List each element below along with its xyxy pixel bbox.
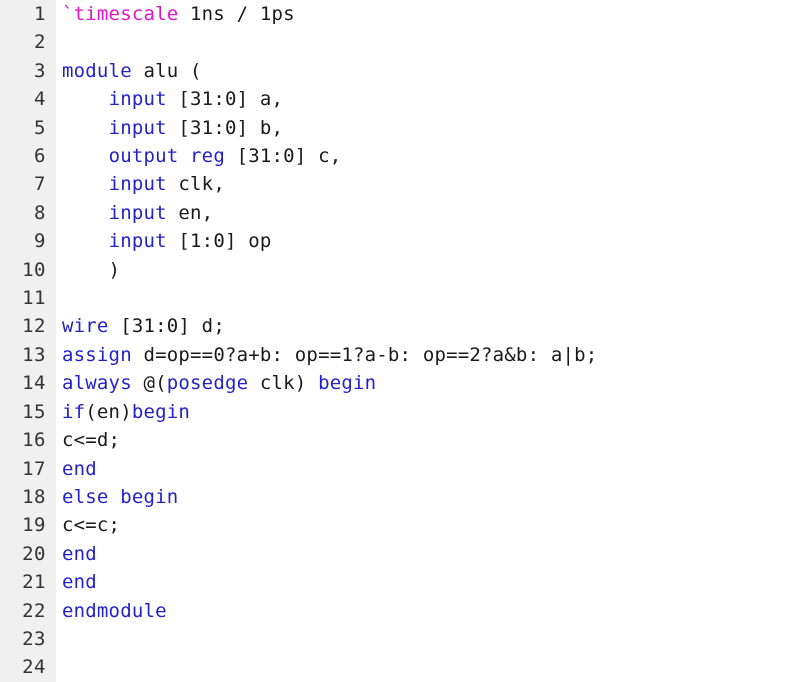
- code-line[interactable]: input clk,: [62, 170, 796, 198]
- text-token: c<=c;: [62, 514, 121, 537]
- keyword-token: end: [62, 457, 97, 480]
- keyword-token: output reg: [108, 145, 225, 168]
- keyword-token: endmodule: [62, 599, 167, 622]
- code-line[interactable]: [62, 625, 796, 653]
- code-line[interactable]: else begin: [62, 483, 796, 511]
- line-number: 7: [34, 173, 46, 196]
- text-token: c<=d;: [62, 429, 121, 452]
- text-token: (en): [85, 400, 132, 423]
- line-number: 9: [34, 230, 46, 253]
- line-number: 19: [22, 514, 46, 537]
- keyword-token: end: [62, 571, 97, 594]
- line-number: 22: [22, 599, 46, 622]
- code-line[interactable]: end: [62, 455, 796, 483]
- code-line[interactable]: wire [31:0] d;: [62, 312, 796, 340]
- keyword-token: begin: [318, 372, 377, 395]
- keyword-token: input: [108, 88, 167, 111]
- line-number: 11: [22, 287, 46, 310]
- code-line[interactable]: assign d=op==0?a+b: op==1?a-b: op==2?a&b…: [62, 341, 796, 369]
- line-number: 14: [22, 372, 46, 395]
- keyword-token: always: [62, 372, 132, 395]
- code-line[interactable]: c<=d;: [62, 426, 796, 454]
- code-content-area[interactable]: `timescale 1ns / 1ps module alu ( input …: [56, 0, 796, 682]
- code-line[interactable]: c<=c;: [62, 511, 796, 539]
- code-line[interactable]: [62, 653, 796, 681]
- text-token: @(: [131, 372, 167, 395]
- text-token: clk,: [166, 173, 225, 196]
- line-number: 1: [34, 3, 46, 25]
- text-token: [31:0] d;: [108, 315, 225, 338]
- code-line[interactable]: [62, 284, 796, 312]
- keyword-token: module: [62, 59, 132, 82]
- keyword-token: input: [108, 173, 167, 196]
- code-line[interactable]: input en,: [62, 199, 796, 227]
- directive-token: `timescale: [62, 3, 179, 25]
- line-number: 18: [22, 485, 46, 508]
- line-number: 15: [22, 400, 46, 423]
- code-line[interactable]: input [31:0] b,: [62, 114, 796, 142]
- line-number: 23: [22, 627, 46, 650]
- line-number: 24: [22, 656, 46, 679]
- code-line[interactable]: if(en)begin: [62, 398, 796, 426]
- text-token: [31:0] b,: [166, 116, 284, 139]
- code-editor[interactable]: 1 2 3 4 5 6 7 8 9 10 11 12 13 14 15 16 17 18 19 20 21 22 23 24 …: [0, 0, 796, 682]
- text-token: [31:0] a,: [166, 88, 284, 111]
- line-number: 6: [34, 145, 46, 168]
- text-token: alu (: [131, 59, 202, 82]
- line-number: 13: [22, 343, 46, 366]
- text-token: [1:0] op: [166, 230, 272, 253]
- keyword-token: begin: [131, 400, 191, 423]
- line-number: 3: [34, 59, 46, 82]
- code-line[interactable]: ): [62, 256, 796, 284]
- keyword-token: if: [62, 400, 86, 423]
- line-number: 12: [22, 315, 46, 338]
- code-line[interactable]: always @(posedge clk) begin: [62, 369, 796, 397]
- keyword-token: input: [108, 116, 167, 139]
- text-token: ): [62, 258, 121, 281]
- code-line[interactable]: endmodule: [62, 597, 796, 625]
- line-number: 17: [22, 457, 46, 480]
- text-token: en,: [166, 201, 214, 224]
- code-line[interactable]: `timescale 1ns / 1ps: [62, 0, 796, 28]
- keyword-token: assign: [62, 343, 132, 366]
- code-line[interactable]: end: [62, 540, 796, 568]
- text-token: 1ns / 1ps: [178, 3, 295, 25]
- line-number: 2: [34, 31, 46, 54]
- keyword-token: posedge: [166, 372, 249, 395]
- keyword-token: input: [108, 201, 167, 224]
- line-number: 4: [34, 88, 46, 111]
- text-token: d=op==0?a+b: op==1?a-b: op==2?a&b: a|b;: [131, 343, 598, 366]
- line-number: 20: [22, 542, 46, 565]
- keyword-token: end: [62, 542, 97, 565]
- text-token: clk): [248, 372, 319, 395]
- code-line[interactable]: input [1:0] op: [62, 227, 796, 255]
- text-token: [31:0] c,: [224, 145, 342, 168]
- line-number: 10: [22, 258, 46, 281]
- code-line[interactable]: input [31:0] a,: [62, 85, 796, 113]
- keyword-token: input: [108, 230, 167, 253]
- line-number: 8: [34, 201, 46, 224]
- keyword-token: wire: [62, 315, 109, 338]
- line-number: 21: [22, 571, 46, 594]
- code-line[interactable]: end: [62, 568, 796, 596]
- code-line[interactable]: [62, 28, 796, 56]
- keyword-token: else begin: [62, 485, 179, 508]
- line-number-gutter: 1 2 3 4 5 6 7 8 9 10 11 12 13 14 15 16 17 18 19 20 21 22 23 24: [0, 0, 56, 682]
- code-line[interactable]: module alu (: [62, 57, 796, 85]
- line-number: 16: [22, 429, 46, 452]
- code-line[interactable]: output reg [31:0] c,: [62, 142, 796, 170]
- line-number: 5: [34, 116, 46, 139]
